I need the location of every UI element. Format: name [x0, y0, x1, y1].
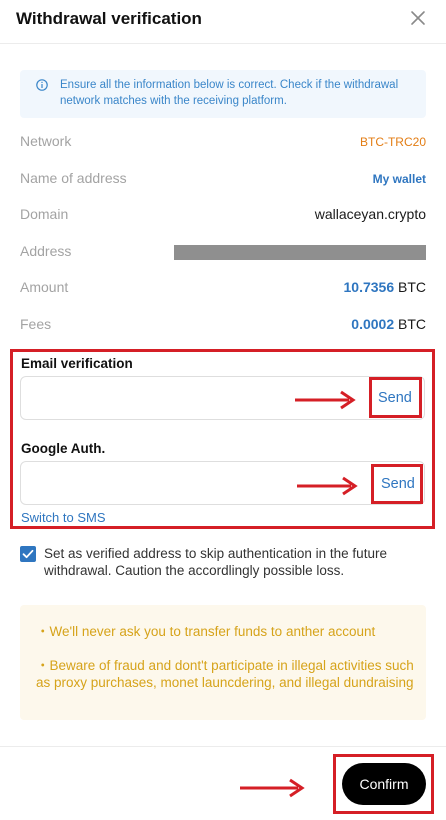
address-name-label: Name of address — [20, 170, 127, 186]
fees-value: 0.0002 BTC — [351, 316, 426, 332]
security-warning: ・We'll never ask you to transfer funds t… — [20, 605, 426, 720]
domain-row: Domain wallaceyan.crypto — [20, 203, 426, 227]
google-auth-label: Google Auth. — [21, 441, 106, 456]
amount-label: Amount — [20, 279, 69, 295]
switch-to-sms-link[interactable]: Switch to SMS — [21, 510, 106, 525]
domain-label: Domain — [20, 206, 69, 222]
amount-value: 10.7356 BTC — [344, 279, 427, 295]
fees-label: Fees — [20, 316, 52, 332]
fees-number: 0.0002 — [351, 316, 395, 332]
amount-number: 10.7356 — [343, 279, 395, 295]
arrow-icon — [297, 476, 358, 496]
email-label: Email verification — [21, 356, 133, 371]
address-name-value: My wallet — [372, 172, 426, 186]
address-label: Address — [20, 243, 72, 259]
notice-text: Ensure all the information below is corr… — [60, 79, 399, 107]
google-auth-input[interactable] — [20, 461, 425, 505]
domain-value: wallaceyan.crypto — [314, 206, 426, 222]
amount-unit: BTC — [398, 279, 426, 295]
verified-address-text: Set as verified address to skip authenti… — [44, 546, 387, 578]
verified-address-checkbox[interactable] — [20, 546, 36, 562]
email-send-button[interactable]: Send — [378, 390, 412, 406]
warning-line: ・Beware of fraud and dont't participate … — [36, 658, 414, 690]
network-value: BTC-TRC20 — [359, 135, 426, 149]
amount-row: Amount 10.7356 BTC — [20, 276, 426, 300]
confirm-button[interactable]: Confirm — [342, 763, 426, 805]
warning-line: ・We'll never ask you to transfer funds t… — [36, 624, 376, 639]
arrow-icon — [240, 778, 305, 798]
checkmark-icon — [22, 549, 34, 559]
google-send-button[interactable]: Send — [381, 476, 415, 492]
email-code-input[interactable] — [20, 376, 425, 420]
dialog-header: Withdrawal verification — [0, 0, 446, 44]
dialog-title: Withdrawal verification — [16, 9, 202, 28]
close-icon[interactable] — [408, 8, 428, 28]
arrow-icon — [295, 390, 356, 410]
network-row: Network BTC-TRC20 — [20, 130, 426, 154]
fees-row: Fees 0.0002 BTC — [20, 313, 426, 337]
info-icon — [36, 79, 48, 91]
fees-unit: BTC — [398, 316, 426, 332]
info-notice: Ensure all the information below is corr… — [20, 70, 426, 118]
address-name-row: Name of address My wallet — [20, 167, 426, 191]
network-label: Network — [20, 133, 72, 149]
address-redacted — [174, 245, 426, 260]
footer-divider — [0, 746, 446, 747]
address-row: Address — [20, 240, 426, 264]
